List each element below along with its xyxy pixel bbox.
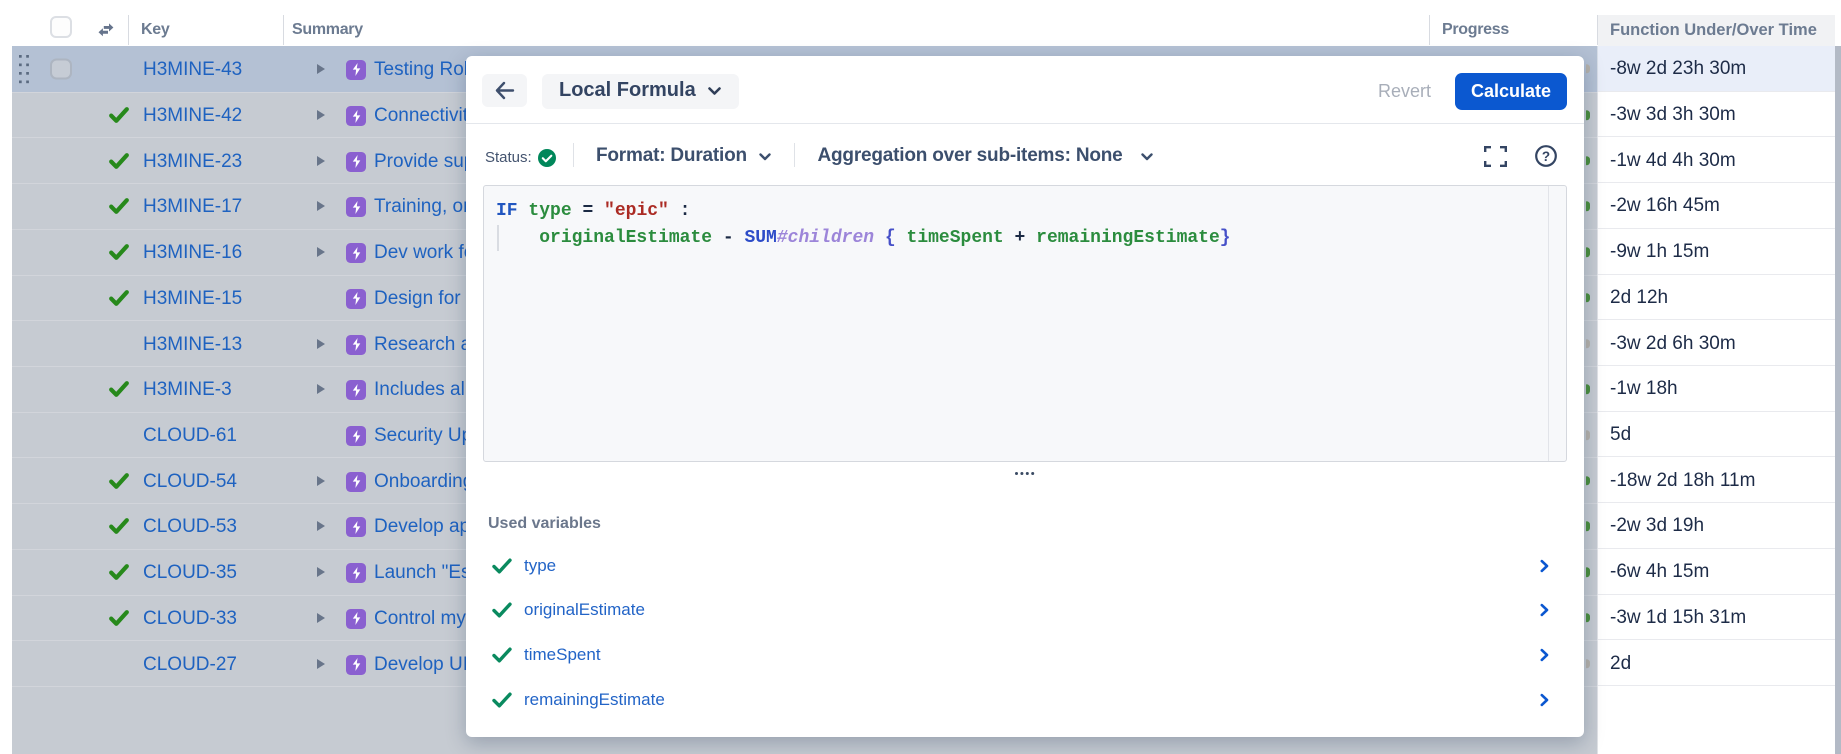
svg-text:?: ? — [1542, 149, 1550, 164]
